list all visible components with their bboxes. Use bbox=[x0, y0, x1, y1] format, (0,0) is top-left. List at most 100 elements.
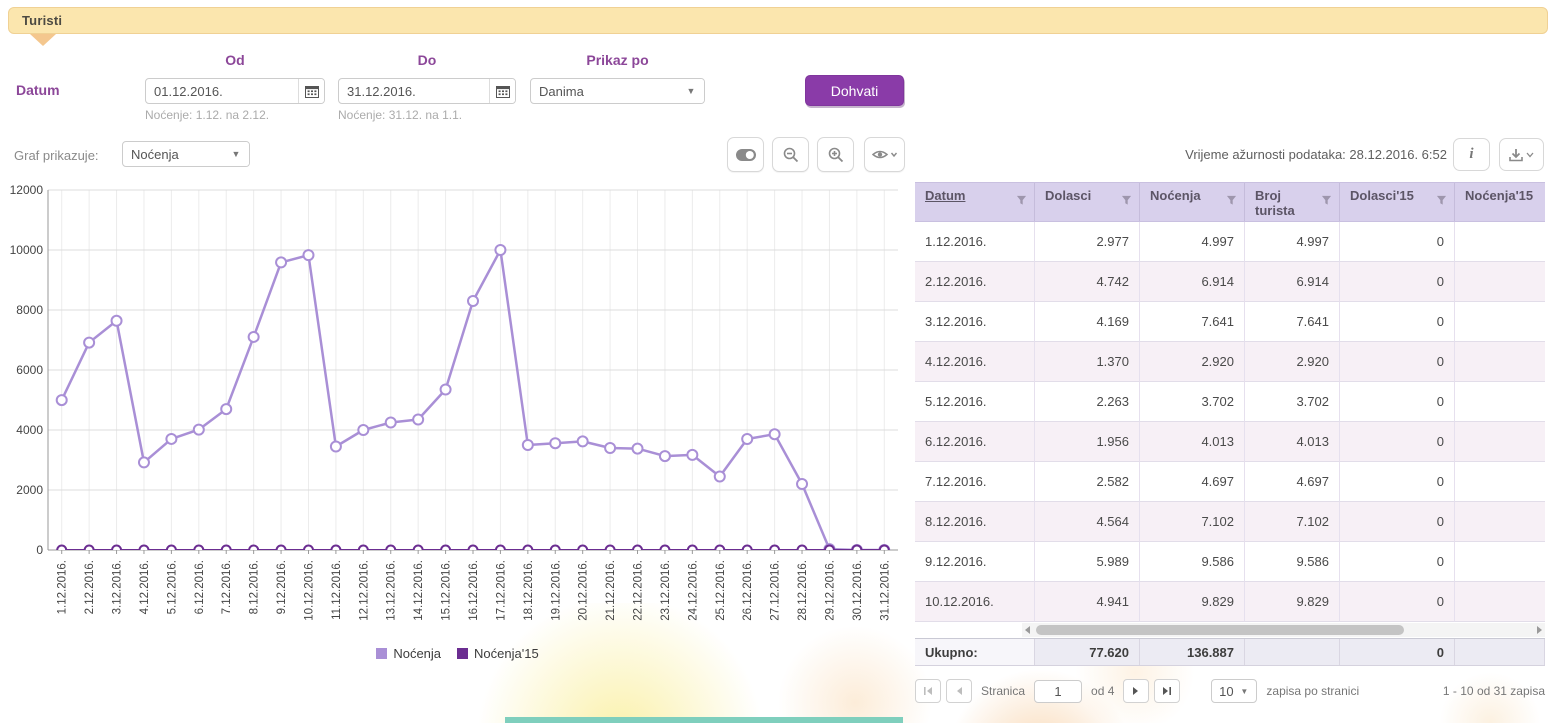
previous-page-button[interactable] bbox=[946, 679, 972, 703]
table-row[interactable]: 10.12.2016.4.9419.8299.8290 bbox=[915, 582, 1545, 622]
table-cell: 2.977 bbox=[1035, 222, 1140, 262]
scrollbar-track[interactable] bbox=[1022, 623, 1545, 637]
column-header-3[interactable]: Noćenja bbox=[1140, 183, 1245, 221]
table-row[interactable]: 7.12.2016.2.5824.6974.6970 bbox=[915, 462, 1545, 502]
prikaz-po-value[interactable]: Danima bbox=[531, 84, 678, 99]
table-cell: 0 bbox=[1340, 342, 1455, 382]
table-cell: 4.169 bbox=[1035, 302, 1140, 342]
column-header-label[interactable]: Dolasci bbox=[1045, 188, 1091, 203]
column-header-4[interactable]: Broj turista bbox=[1245, 183, 1340, 221]
page-size-select[interactable]: 10 ▼ bbox=[1211, 679, 1257, 703]
filter-funnel-icon[interactable] bbox=[1436, 195, 1447, 206]
date-to-value[interactable]: 31.12.2016. bbox=[339, 84, 489, 99]
date-from-value[interactable]: 01.12.2016. bbox=[146, 84, 298, 99]
svg-text:2000: 2000 bbox=[16, 483, 43, 497]
svg-text:13.12.2016.: 13.12.2016. bbox=[386, 560, 398, 621]
svg-text:8.12.2016.: 8.12.2016. bbox=[249, 560, 261, 614]
table-cell bbox=[1455, 382, 1545, 422]
svg-text:23.12.2016.: 23.12.2016. bbox=[660, 560, 672, 621]
chart-zoom-in-button[interactable] bbox=[817, 137, 854, 172]
line-chart[interactable]: 0200040006000800010000120001.12.2016.2.1… bbox=[10, 182, 905, 644]
table-cell: 1.12.2016. bbox=[915, 222, 1035, 262]
column-header-1[interactable]: Datum bbox=[915, 183, 1035, 221]
table-cell: 4.564 bbox=[1035, 502, 1140, 542]
table-row[interactable]: 2.12.2016.4.7426.9146.9140 bbox=[915, 262, 1545, 302]
column-header-label[interactable]: Dolasci'15 bbox=[1350, 188, 1414, 203]
table-cell: 4.941 bbox=[1035, 582, 1140, 622]
column-header-label[interactable]: Noćenja bbox=[1150, 188, 1201, 203]
filter-funnel-icon[interactable] bbox=[1321, 195, 1332, 206]
date-to-calendar-button[interactable] bbox=[489, 79, 515, 103]
first-page-button[interactable] bbox=[915, 679, 941, 703]
filter-funnel-icon[interactable] bbox=[1016, 195, 1027, 206]
table-totals-row: Ukupno:77.620136.8870 bbox=[915, 638, 1545, 666]
svg-text:11.12.2016.: 11.12.2016. bbox=[331, 560, 343, 620]
svg-text:3.12.2016.: 3.12.2016. bbox=[112, 560, 124, 614]
table-cell: 6.12.2016. bbox=[915, 422, 1035, 462]
filter-funnel-icon[interactable] bbox=[1121, 195, 1132, 206]
table-cell: 10.12.2016. bbox=[915, 582, 1035, 622]
page-number-input[interactable] bbox=[1034, 680, 1082, 703]
export-button[interactable] bbox=[1499, 138, 1544, 171]
svg-text:30.12.2016.: 30.12.2016. bbox=[852, 560, 864, 621]
table-horizontal-scrollbar[interactable] bbox=[915, 622, 1545, 638]
table-cell: 9.586 bbox=[1245, 542, 1340, 582]
chart-visibility-button[interactable] bbox=[864, 137, 905, 172]
column-header-label[interactable]: Broj turista bbox=[1255, 188, 1295, 218]
table-cell: 5.12.2016. bbox=[915, 382, 1035, 422]
footer-strip bbox=[505, 717, 903, 723]
scroll-right-icon[interactable] bbox=[1537, 626, 1542, 634]
svg-text:22.12.2016.: 22.12.2016. bbox=[633, 560, 645, 621]
filter-funnel-icon[interactable] bbox=[1226, 195, 1237, 206]
table-row[interactable]: 8.12.2016.4.5647.1027.1020 bbox=[915, 502, 1545, 542]
chevron-down-icon[interactable]: ▼ bbox=[678, 79, 704, 103]
table-cell: 6.914 bbox=[1140, 262, 1245, 302]
column-header-label[interactable]: Datum bbox=[925, 188, 965, 203]
column-header-5[interactable]: Dolasci'15 bbox=[1340, 183, 1455, 221]
chart-canvas[interactable]: 0200040006000800010000120001.12.2016.2.1… bbox=[10, 182, 905, 644]
table-row[interactable]: 1.12.2016.2.9774.9974.9970 bbox=[915, 222, 1545, 262]
next-page-button[interactable] bbox=[1123, 679, 1149, 703]
column-header-2[interactable]: Dolasci bbox=[1035, 183, 1140, 221]
table-cell: 8.12.2016. bbox=[915, 502, 1035, 542]
chevron-down-icon[interactable]: ▼ bbox=[223, 142, 249, 166]
scroll-left-icon[interactable] bbox=[1025, 626, 1030, 634]
page-size-value[interactable]: 10 bbox=[1212, 684, 1240, 699]
svg-text:29.12.2016.: 29.12.2016. bbox=[824, 560, 836, 621]
table-row[interactable]: 4.12.2016.1.3702.9202.9200 bbox=[915, 342, 1545, 382]
last-page-button[interactable] bbox=[1154, 679, 1180, 703]
table-row[interactable]: 5.12.2016.2.2633.7023.7020 bbox=[915, 382, 1545, 422]
table-cell: 7.641 bbox=[1245, 302, 1340, 342]
table-row[interactable]: 6.12.2016.1.9564.0134.0130 bbox=[915, 422, 1545, 462]
do-column-label: Do bbox=[338, 52, 516, 68]
date-to-field[interactable]: 31.12.2016. bbox=[338, 78, 516, 104]
scrollbar-thumb[interactable] bbox=[1036, 625, 1404, 635]
column-header-6[interactable]: Noćenja'15 bbox=[1455, 183, 1545, 221]
svg-text:25.12.2016.: 25.12.2016. bbox=[715, 560, 727, 621]
table-row[interactable]: 9.12.2016.5.9899.5869.5860 bbox=[915, 542, 1545, 582]
date-from-field[interactable]: 01.12.2016. bbox=[145, 78, 325, 104]
legend-item[interactable]: Noćenja'15 bbox=[457, 646, 539, 661]
table-cell: 7.102 bbox=[1245, 502, 1340, 542]
table-row[interactable]: 3.12.2016.4.1697.6417.6410 bbox=[915, 302, 1545, 342]
calendar-icon bbox=[305, 85, 319, 98]
chart-zoom-out-button[interactable] bbox=[772, 137, 809, 172]
chevron-down-icon[interactable]: ▼ bbox=[1240, 687, 1256, 696]
table-cell: 2.263 bbox=[1035, 382, 1140, 422]
od-column-label: Od bbox=[145, 52, 325, 68]
column-header-label[interactable]: Noćenja'15 bbox=[1465, 188, 1533, 203]
prikaz-po-select[interactable]: Danima ▼ bbox=[530, 78, 705, 104]
toggle-icon bbox=[736, 149, 756, 161]
calendar-icon bbox=[496, 85, 510, 98]
chart-toggle-button[interactable] bbox=[727, 137, 764, 172]
info-button[interactable]: i bbox=[1453, 138, 1490, 171]
legend-item[interactable]: Noćenja bbox=[376, 646, 441, 661]
date-from-calendar-button[interactable] bbox=[298, 79, 324, 103]
table-cell bbox=[1455, 462, 1545, 502]
svg-text:6000: 6000 bbox=[16, 363, 43, 377]
fetch-button[interactable]: Dohvati bbox=[805, 75, 904, 106]
graf-series-value[interactable]: Noćenja bbox=[123, 147, 223, 162]
prikaz-po-label: Prikaz po bbox=[530, 52, 705, 68]
next-page-icon bbox=[1131, 686, 1141, 696]
graf-series-select[interactable]: Noćenja ▼ bbox=[122, 141, 250, 167]
